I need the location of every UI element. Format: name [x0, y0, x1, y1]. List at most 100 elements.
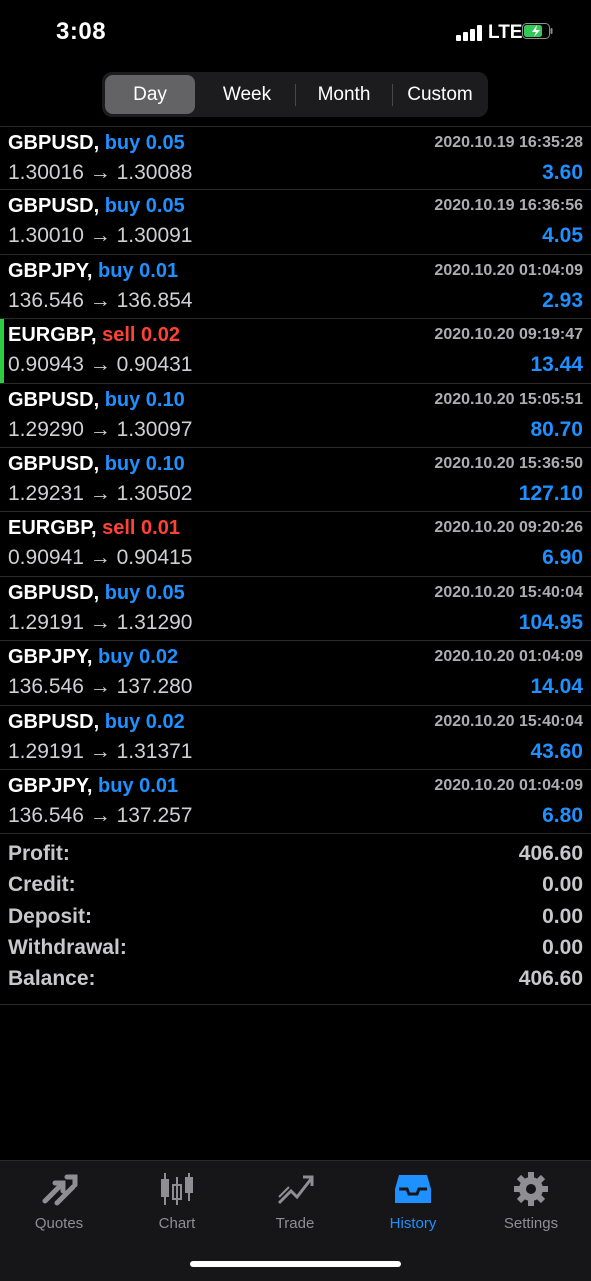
tab-trade[interactable]: Trade [236, 1171, 354, 1241]
trade-history-list: GBPUSD, buy 0.05 2020.10.19 16:35:28 1.300… [0, 126, 591, 835]
trade-row[interactable]: EURGBP, sell 0.02 2020.10.20 09:19:47 0.90… [0, 319, 591, 384]
quotes-arrows-icon [42, 1174, 78, 1206]
segment-month[interactable]: Month [298, 75, 390, 114]
trade-row[interactable]: GBPUSD, buy 0.10 2020.10.20 15:36:50 1.292… [0, 448, 591, 513]
trade-row[interactable]: GBPJPY, buy 0.01 2020.10.20 01:04:09 136.5… [0, 255, 591, 320]
summary-value: 0.00 [542, 904, 583, 928]
segment-week[interactable]: Week [201, 75, 293, 114]
trade-row[interactable]: EURGBP, sell 0.01 2020.10.20 09:20:26 0.90… [0, 512, 591, 577]
status-bar: 3:08 LTE [0, 0, 591, 66]
summary-label: Deposit: [8, 904, 92, 928]
trade-title: GBPJPY, buy 0.01 [8, 260, 178, 283]
trade-title: GBPUSD, buy 0.05 [8, 582, 185, 605]
trade-side: buy 0.01 [98, 774, 179, 797]
battery-charging-icon [522, 23, 553, 39]
trade-time: 2020.10.20 01:04:09 [434, 648, 583, 666]
tab-history[interactable]: History [354, 1171, 472, 1241]
trade-time: 2020.10.19 16:35:28 [434, 134, 583, 151]
trade-side: buy 0.10 [104, 452, 185, 475]
trade-prices: 1.29191 → 1.31290 [8, 610, 193, 634]
trade-time: 2020.10.20 01:04:09 [434, 776, 583, 794]
summary-label: Withdrawal: [8, 935, 127, 959]
trade-title: GBPUSD, buy 0.02 [8, 711, 185, 734]
trade-side: sell 0.01 [102, 517, 180, 540]
trade-symbol: GBPUSD, [8, 581, 100, 604]
tab-label: Chart [158, 1215, 196, 1232]
tab-label: Quotes [34, 1215, 84, 1232]
candlestick-chart-icon [161, 1173, 193, 1205]
summary-row: Deposit: 0.00 [0, 905, 591, 936]
segment-divider [392, 84, 393, 106]
history-tray-icon [395, 1175, 431, 1203]
trade-symbol: EURGBP, [8, 517, 97, 540]
trade-row[interactable]: GBPUSD, buy 0.10 2020.10.20 15:05:51 1.292… [0, 384, 591, 448]
trade-prices: 1.29191 → 1.31371 [8, 739, 193, 763]
trade-title: GBPUSD, buy 0.10 [8, 389, 185, 412]
segment-day[interactable]: Day [105, 75, 195, 114]
trade-row[interactable]: GBPUSD, buy 0.05 2020.10.20 15:40:04 1.291… [0, 577, 591, 642]
trade-title: EURGBP, sell 0.02 [8, 324, 180, 347]
trade-row[interactable]: GBPUSD, buy 0.05 2020.10.19 16:35:28 1.300… [0, 126, 591, 191]
trade-symbol: EURGBP, [8, 324, 97, 347]
summary-row: Profit: 406.60 [0, 842, 591, 873]
trade-profit: 80.70 [530, 417, 583, 441]
trade-symbol: GBPJPY, [8, 646, 93, 669]
tab-label: Settings [503, 1215, 559, 1232]
trade-time: 2020.10.20 15:36:50 [434, 454, 583, 472]
trade-symbol: GBPUSD, [8, 388, 100, 411]
trade-time: 2020.10.19 16:36:56 [434, 197, 583, 215]
summary-value: 406.60 [518, 967, 583, 991]
trade-side: buy 0.02 [98, 646, 179, 669]
trade-profit: 127.10 [518, 481, 583, 505]
tab-quotes[interactable]: Quotes [0, 1171, 118, 1241]
summary-row: Balance: 406.60 [0, 967, 591, 998]
trade-time: 2020.10.20 01:04:09 [434, 261, 583, 279]
trade-prices: 136.546 → 137.280 [8, 675, 193, 699]
summary-row: Credit: 0.00 [0, 873, 591, 904]
trade-profit: 6.90 [542, 546, 583, 570]
trade-side: buy 0.02 [104, 710, 185, 733]
trade-time: 2020.10.20 15:40:04 [434, 712, 583, 730]
trade-profit: 104.95 [518, 610, 583, 634]
trade-symbol: GBPUSD, [8, 195, 100, 218]
trade-profit: 14.04 [530, 675, 583, 699]
summary-value: 0.00 [542, 873, 583, 897]
trade-symbol: GBPUSD, [8, 132, 100, 154]
trade-profit: 2.93 [542, 288, 583, 312]
trade-title: GBPUSD, buy 0.05 [8, 195, 185, 218]
trade-symbol: GBPJPY, [8, 259, 93, 282]
trade-title: GBPUSD, buy 0.10 [8, 453, 185, 476]
trade-symbol: GBPUSD, [8, 710, 100, 733]
trade-side: sell 0.02 [102, 324, 180, 347]
tab-settings[interactable]: Settings [472, 1171, 590, 1241]
trade-profit: 4.05 [542, 224, 583, 248]
trade-title: GBPUSD, buy 0.05 [8, 132, 185, 155]
segment-divider [295, 84, 296, 106]
summary-value: 406.60 [518, 842, 583, 865]
trade-prices: 136.546 → 136.854 [8, 288, 193, 312]
gear-icon [514, 1172, 548, 1206]
summary-label: Profit: [8, 842, 70, 865]
trade-side: buy 0.05 [104, 581, 185, 604]
account-summary: Profit: 406.60 Credit: 0.00 Deposit: 0.00 With… [0, 840, 591, 1005]
trade-row[interactable]: GBPUSD, buy 0.05 2020.10.19 16:36:56 1.300… [0, 190, 591, 255]
tab-chart[interactable]: Chart [118, 1171, 236, 1241]
tab-label: History [389, 1215, 437, 1232]
trade-side: buy 0.05 [104, 195, 185, 218]
trade-time: 2020.10.20 15:05:51 [434, 390, 583, 408]
trade-time: 2020.10.20 09:20:26 [434, 519, 583, 537]
status-time: 3:08 [56, 18, 107, 45]
trade-row[interactable]: GBPUSD, buy 0.02 2020.10.20 15:40:04 1.291… [0, 706, 591, 770]
tab-label: Trade [275, 1215, 315, 1232]
trade-prices: 1.30010 → 1.30091 [8, 224, 193, 248]
trade-row[interactable]: GBPJPY, buy 0.02 2020.10.20 01:04:09 136.5… [0, 641, 591, 706]
summary-value: 0.00 [542, 935, 583, 959]
trade-prices: 0.90941 → 0.90415 [8, 546, 193, 570]
trade-row[interactable]: GBPJPY, buy 0.01 2020.10.20 01:04:09 136.5… [0, 770, 591, 835]
segment-custom[interactable]: Custom [394, 75, 486, 114]
summary-label: Balance: [8, 967, 96, 991]
trade-title: GBPJPY, buy 0.01 [8, 775, 178, 798]
trade-trend-icon [277, 1175, 314, 1205]
summary-label: Credit: [8, 873, 76, 897]
trade-title: GBPJPY, buy 0.02 [8, 646, 178, 669]
